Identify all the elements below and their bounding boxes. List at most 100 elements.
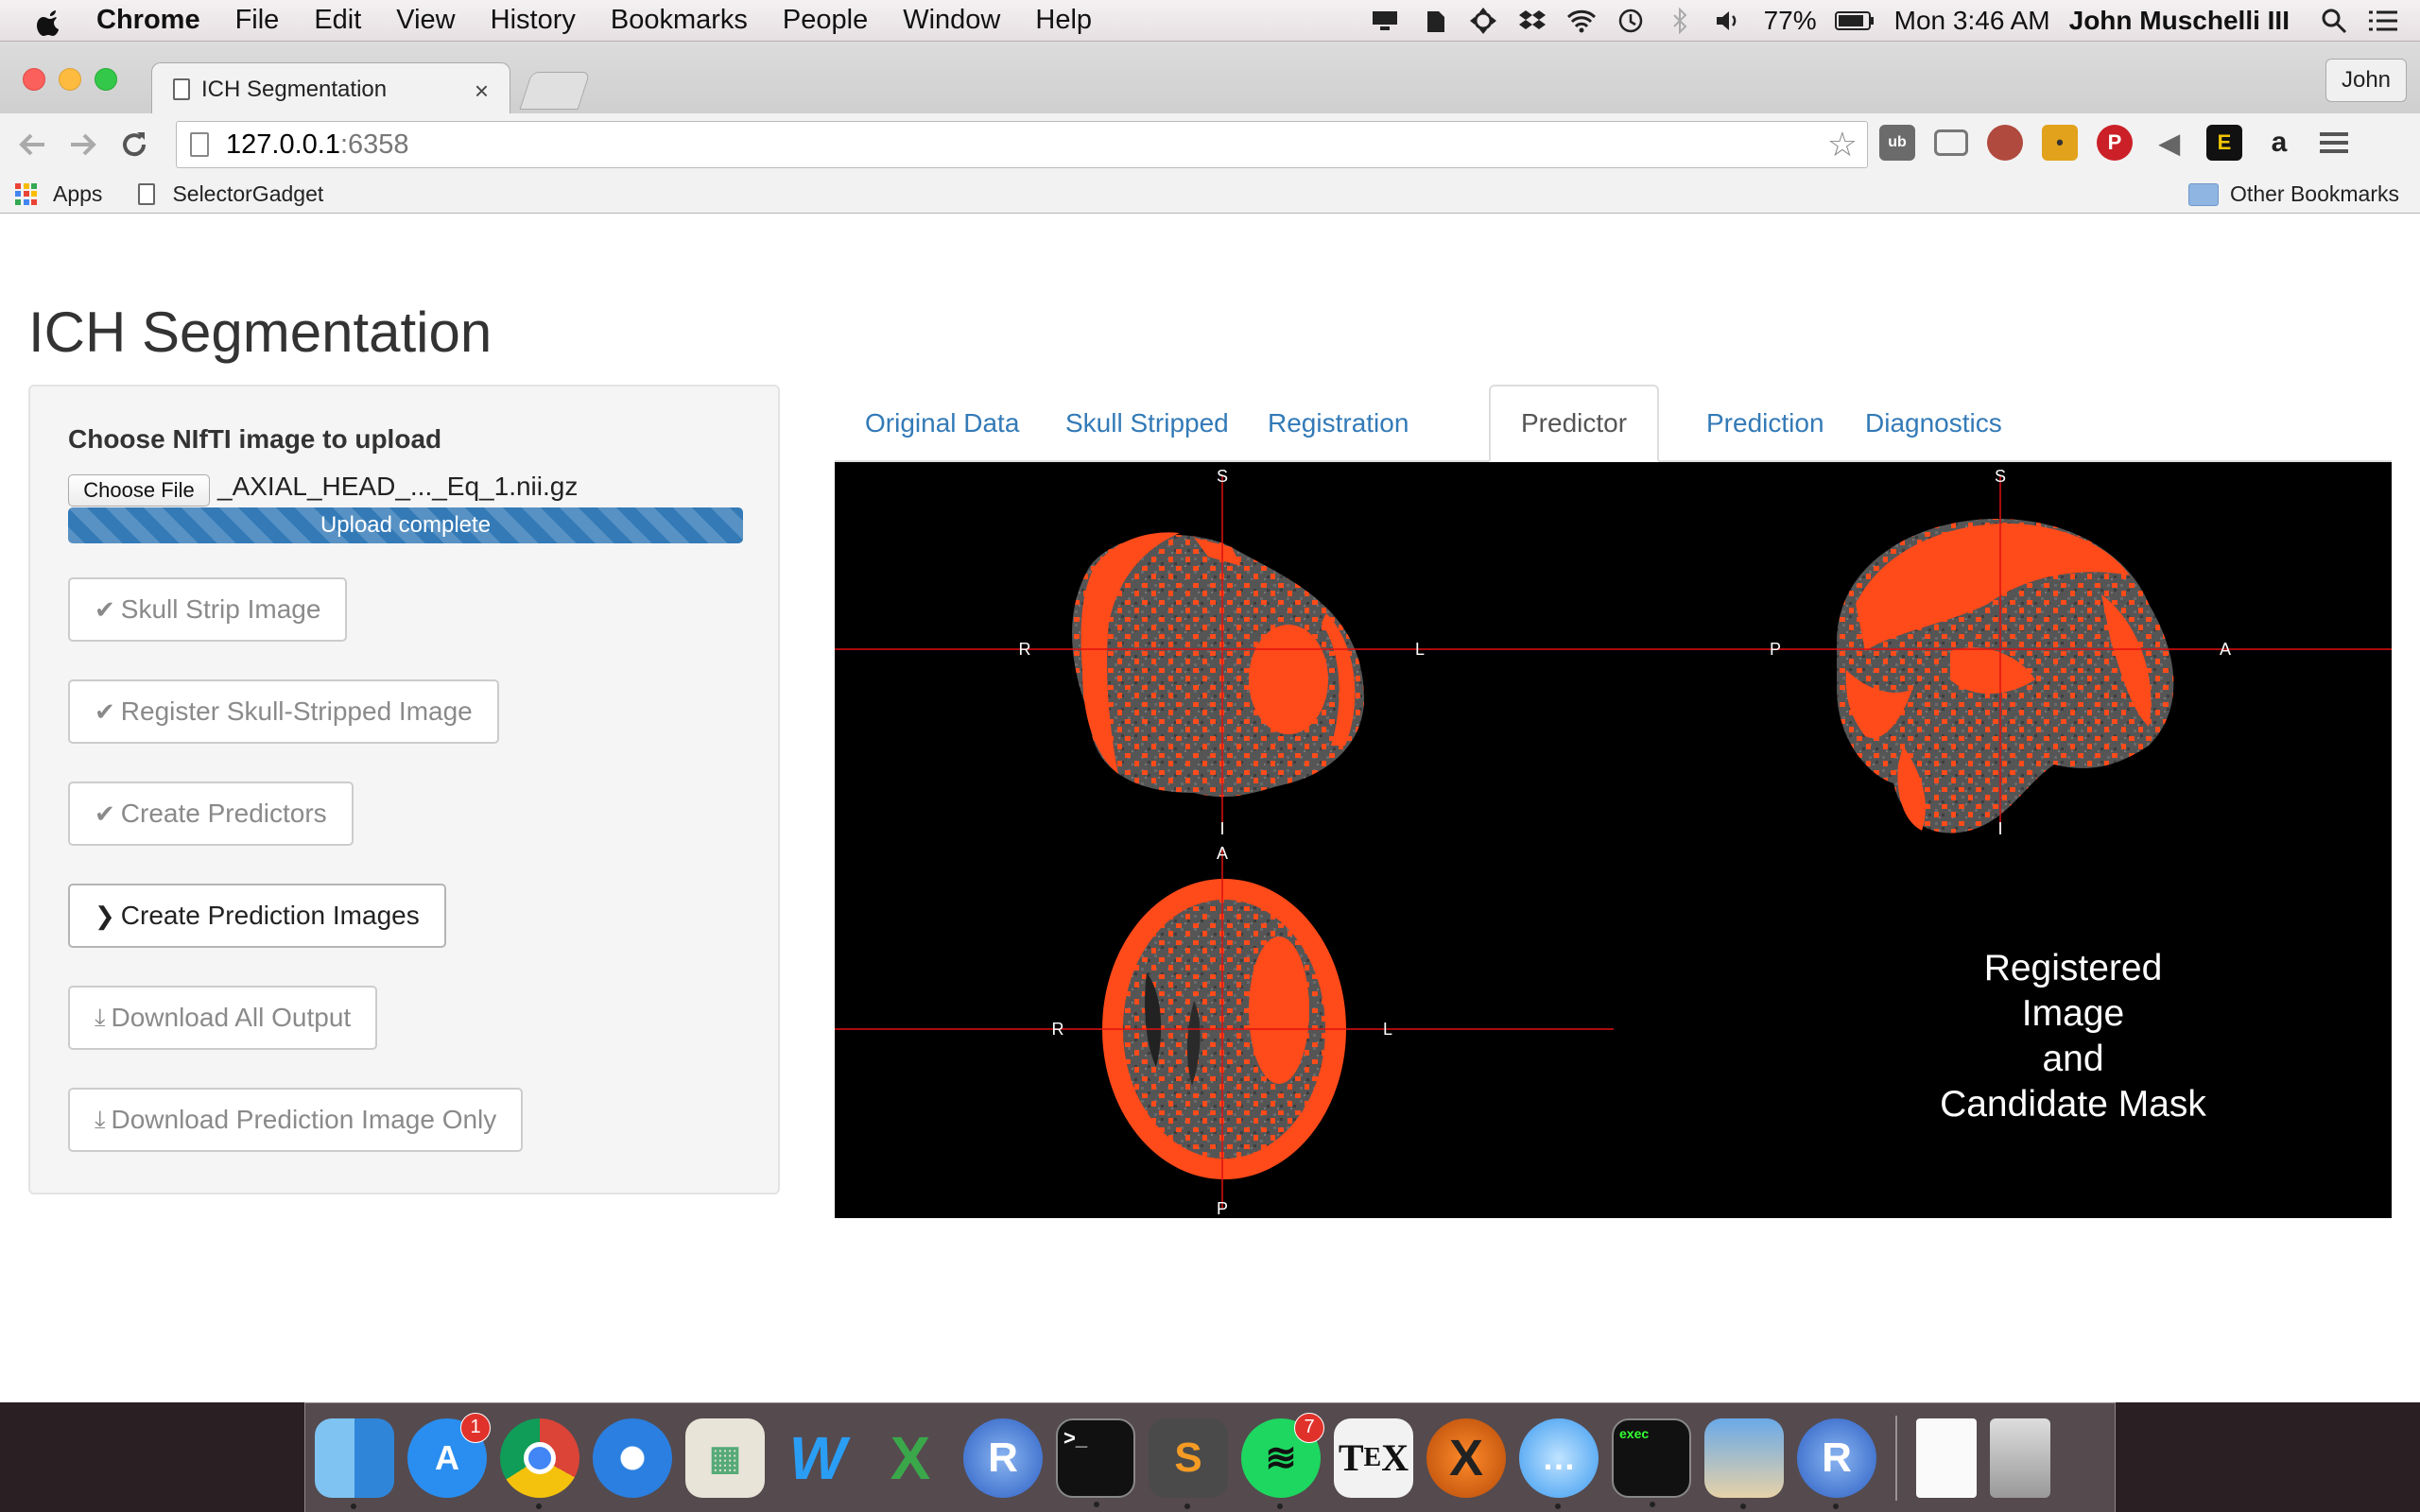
preview-icon[interactable]: ▦ (685, 1418, 765, 1498)
spotify-icon[interactable]: ≋ 7 (1241, 1412, 1324, 1509)
back-icon[interactable] (13, 126, 51, 163)
chrome-icon[interactable] (500, 1418, 579, 1509)
download-all-button[interactable]: ⤓ Download All Output (68, 986, 378, 1050)
tab-diagnostics[interactable]: Diagnostics (1835, 385, 2032, 462)
time-machine-icon[interactable] (1615, 7, 1647, 35)
menu-app-name[interactable]: Chrome (96, 5, 200, 36)
other-bookmarks-label: Other Bookmarks (2230, 181, 2399, 206)
menu-view[interactable]: View (396, 5, 455, 36)
window-maximize-button[interactable] (95, 68, 117, 91)
excel-icon[interactable]: X (871, 1418, 950, 1498)
volume-icon[interactable] (1713, 7, 1745, 35)
browser-window: ICH Segmentation × John 127.0.0.1:6358 ☆… (0, 42, 2420, 1402)
page-icon (190, 132, 209, 157)
xquartz-icon[interactable]: X (1426, 1418, 1506, 1498)
terminal-icon[interactable]: >_ (1056, 1418, 1135, 1507)
menu-bookmarks[interactable]: Bookmarks (611, 5, 748, 36)
other-bookmarks[interactable]: Other Bookmarks (2188, 181, 2399, 207)
battery-icon[interactable] (1834, 7, 1876, 35)
bookmark-apps-label: Apps (53, 181, 103, 206)
tab-close-icon[interactable]: × (475, 77, 489, 106)
download-prediction-button[interactable]: ⤓ Download Prediction Image Only (68, 1088, 524, 1152)
profile-button[interactable]: John (2325, 59, 2407, 102)
coronal-slice[interactable] (1072, 532, 1364, 798)
tomato-icon[interactable] (1987, 125, 2023, 161)
tex-icon[interactable]: TEX (1334, 1418, 1413, 1498)
app-store-icon[interactable]: A1 (407, 1412, 491, 1498)
evernote-clipper-icon[interactable]: E (2206, 125, 2242, 161)
bookmark-apps[interactable]: Apps (15, 181, 102, 207)
tab-predictor[interactable]: Predictor (1489, 385, 1660, 462)
coronal-label-left: R (1019, 640, 1031, 659)
amazon-icon[interactable]: a (2261, 125, 2297, 161)
reload-icon[interactable] (115, 126, 153, 163)
forward-icon[interactable] (64, 126, 102, 163)
new-tab-button[interactable] (519, 72, 591, 110)
choose-file-button[interactable]: Choose File (68, 474, 210, 507)
chevron-right-icon: ❯ (95, 901, 115, 930)
sublime-icon[interactable]: S (1149, 1418, 1228, 1509)
clock[interactable]: Mon 3:46 AM (1894, 6, 2050, 36)
check-icon: ✔ (95, 594, 115, 624)
audio-icon[interactable]: ◀ (2152, 125, 2187, 161)
tab-prediction[interactable]: Prediction (1676, 385, 1855, 462)
spotlight-icon[interactable] (2318, 7, 2350, 35)
move-icon[interactable] (1467, 7, 1499, 35)
coronal-label-right: L (1415, 640, 1425, 659)
user-name[interactable]: John Muschelli III (2069, 6, 2290, 36)
sagittal-slice[interactable] (1837, 519, 2174, 833)
ublock-icon[interactable]: ub (1879, 125, 1915, 161)
bookmark-star-icon[interactable]: ☆ (1827, 128, 1858, 162)
r-icon[interactable]: R (963, 1418, 1043, 1498)
tab-skull-stripped[interactable]: Skull Stripped (1035, 385, 1259, 462)
caption-line: and (2042, 1039, 2104, 1079)
dock: A1 ▦ W X R >_ S ≋ 7 TEX X … exec R (304, 1402, 2116, 1512)
address-bar[interactable]: 127.0.0.1:6358 ☆ (176, 121, 1868, 168)
tab-original-data[interactable]: Original Data (835, 385, 1049, 462)
axial-label-right: L (1383, 1020, 1392, 1039)
tabset: Original Data Skull Stripped Registratio… (835, 385, 2392, 462)
folder-icon (2188, 182, 2220, 206)
messages-icon[interactable]: … (1519, 1418, 1599, 1509)
evernote-icon[interactable] (1418, 7, 1450, 35)
axial-label-left: R (1052, 1020, 1064, 1039)
bluetooth-icon[interactable] (1664, 7, 1696, 35)
apple-icon[interactable] (36, 6, 64, 36)
menu-edit[interactable]: Edit (314, 5, 361, 36)
bookmarks-bar: Apps SelectorGadget Other Bookmarks (0, 176, 2420, 214)
wifi-icon[interactable] (1565, 7, 1598, 35)
browser-tab[interactable]: ICH Segmentation × (151, 62, 510, 115)
notification-center-icon[interactable] (2367, 7, 2399, 35)
honey-icon[interactable]: • (2042, 125, 2078, 161)
document-icon[interactable] (1916, 1418, 1977, 1498)
word-icon[interactable]: W (778, 1418, 857, 1498)
exec-icon[interactable]: exec (1612, 1418, 1691, 1507)
image-viewer-icon[interactable] (1704, 1418, 1784, 1509)
tab-registration[interactable]: Registration (1237, 385, 1439, 462)
r-studio-icon[interactable]: R (1797, 1418, 1876, 1509)
caption-line: Image (2021, 993, 2125, 1034)
menu-people[interactable]: People (783, 5, 868, 36)
menu-help[interactable]: Help (1035, 5, 1092, 36)
page-icon (138, 183, 156, 205)
chrome-menu-icon[interactable] (2316, 125, 2352, 161)
window-close-button[interactable] (23, 68, 45, 91)
menu-window[interactable]: Window (903, 5, 1000, 36)
cast-icon[interactable] (1934, 129, 1968, 156)
display-icon[interactable] (1369, 7, 1401, 35)
pinterest-icon[interactable]: P (2097, 125, 2133, 161)
page-content: ICH Segmentation Choose NIfTI image to u… (0, 215, 2420, 1402)
trash-icon[interactable] (1990, 1418, 2050, 1498)
bookmark-selectorgadget[interactable]: SelectorGadget (138, 181, 323, 207)
create-predictors-button[interactable]: ✔ Create Predictors (68, 782, 354, 846)
menu-history[interactable]: History (491, 5, 576, 36)
extensions: ub • P ◀ E a (1879, 125, 2371, 161)
skull-strip-button[interactable]: ✔ Skull Strip Image (68, 577, 348, 642)
create-prediction-images-button[interactable]: ❯ Create Prediction Images (68, 884, 446, 948)
dropbox-icon[interactable] (1516, 7, 1548, 35)
finder-icon[interactable] (315, 1418, 394, 1509)
register-button[interactable]: ✔ Register Skull-Stripped Image (68, 679, 499, 744)
menu-file[interactable]: File (235, 5, 280, 36)
safari-icon[interactable] (593, 1418, 672, 1498)
window-minimize-button[interactable] (59, 68, 81, 91)
